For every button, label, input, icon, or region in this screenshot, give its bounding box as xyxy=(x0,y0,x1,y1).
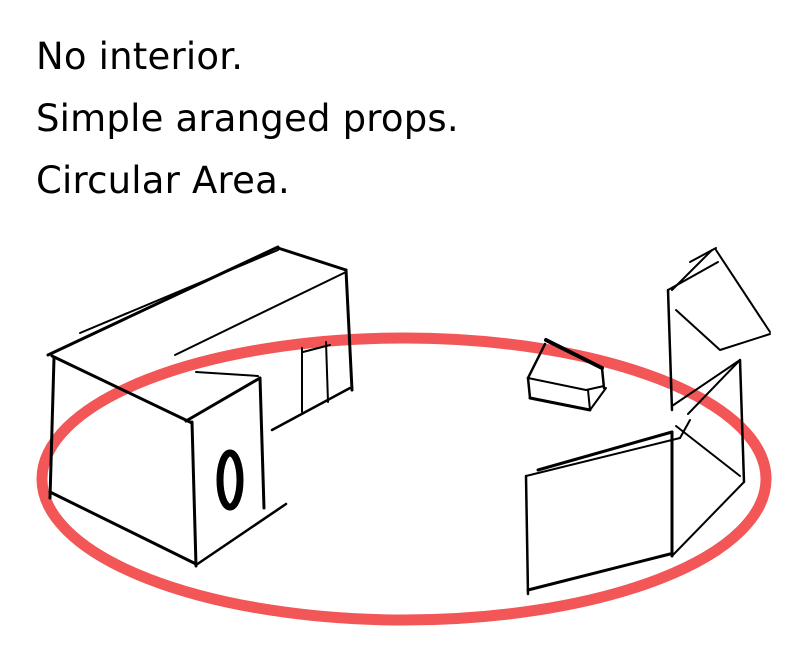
circular-area-ring xyxy=(36,332,772,626)
sketch-canvas: No interior. Simple aranged props. Circu… xyxy=(0,0,808,650)
prop-sketch xyxy=(36,245,772,626)
box-label-zero-mark xyxy=(216,449,244,511)
